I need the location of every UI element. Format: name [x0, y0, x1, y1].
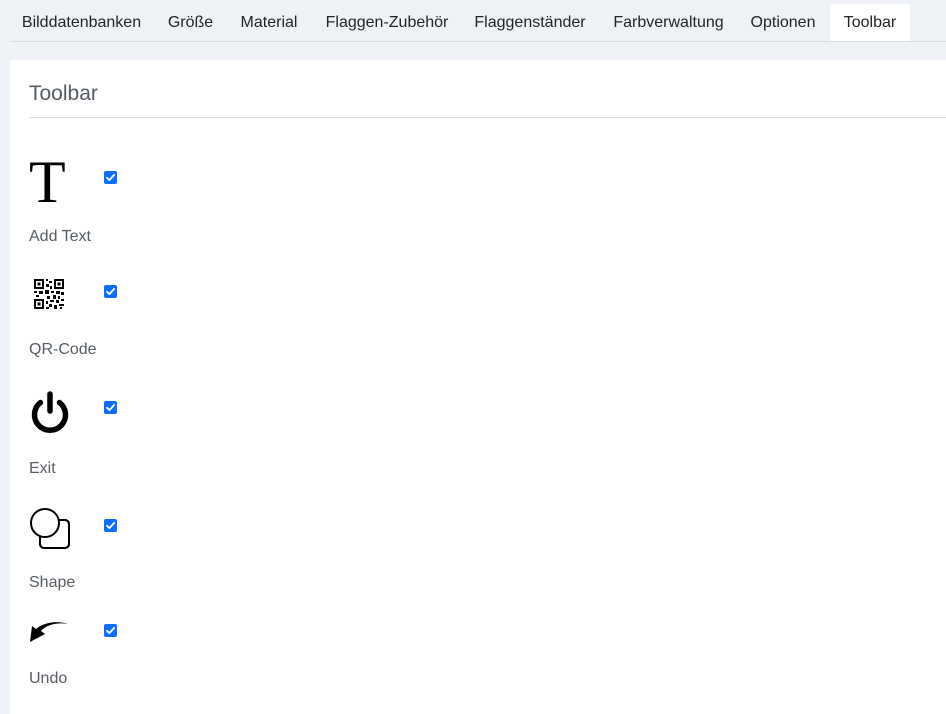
tab-material[interactable]: Material [226, 4, 312, 41]
tab-toolbar[interactable]: Toolbar [830, 4, 910, 41]
undo-arrow-icon [29, 621, 69, 650]
qr-code-label: QR-Code [29, 341, 97, 358]
tab-bilddatenbanken[interactable]: Bilddatenbanken [10, 4, 153, 41]
panel-divider [29, 117, 946, 118]
tab-farbverwaltung[interactable]: Farbverwaltung [600, 4, 737, 41]
add-text-label: Add Text [29, 228, 91, 245]
tab-bar-divider [10, 41, 946, 42]
shape-label: Shape [29, 574, 76, 591]
text-t-icon: T [29, 149, 66, 215]
tab-optionen[interactable]: Optionen [738, 4, 828, 41]
toolbar-settings-panel: Toolbar T Add Text QR-Code Exit Shape Un… [10, 60, 946, 714]
tab-bar: Bilddatenbanken Größe Material Flaggen-Z… [0, 0, 946, 42]
tab-flaggenstaender[interactable]: Flaggenständer [461, 4, 599, 41]
add-text-checkbox[interactable] [104, 171, 117, 184]
exit-label: Exit [29, 460, 56, 477]
panel-title: Toolbar [29, 82, 98, 105]
shape-checkbox[interactable] [104, 519, 117, 532]
power-icon [29, 391, 71, 441]
undo-label: Undo [29, 670, 68, 687]
qr-code-icon [34, 279, 64, 314]
exit-checkbox[interactable] [104, 401, 117, 414]
tab-flaggen-zubehoer[interactable]: Flaggen-Zubehör [313, 4, 461, 41]
undo-checkbox[interactable] [104, 624, 117, 637]
tab-groesse[interactable]: Größe [155, 4, 226, 41]
shape-icon [29, 506, 71, 555]
qr-code-checkbox[interactable] [104, 285, 117, 298]
